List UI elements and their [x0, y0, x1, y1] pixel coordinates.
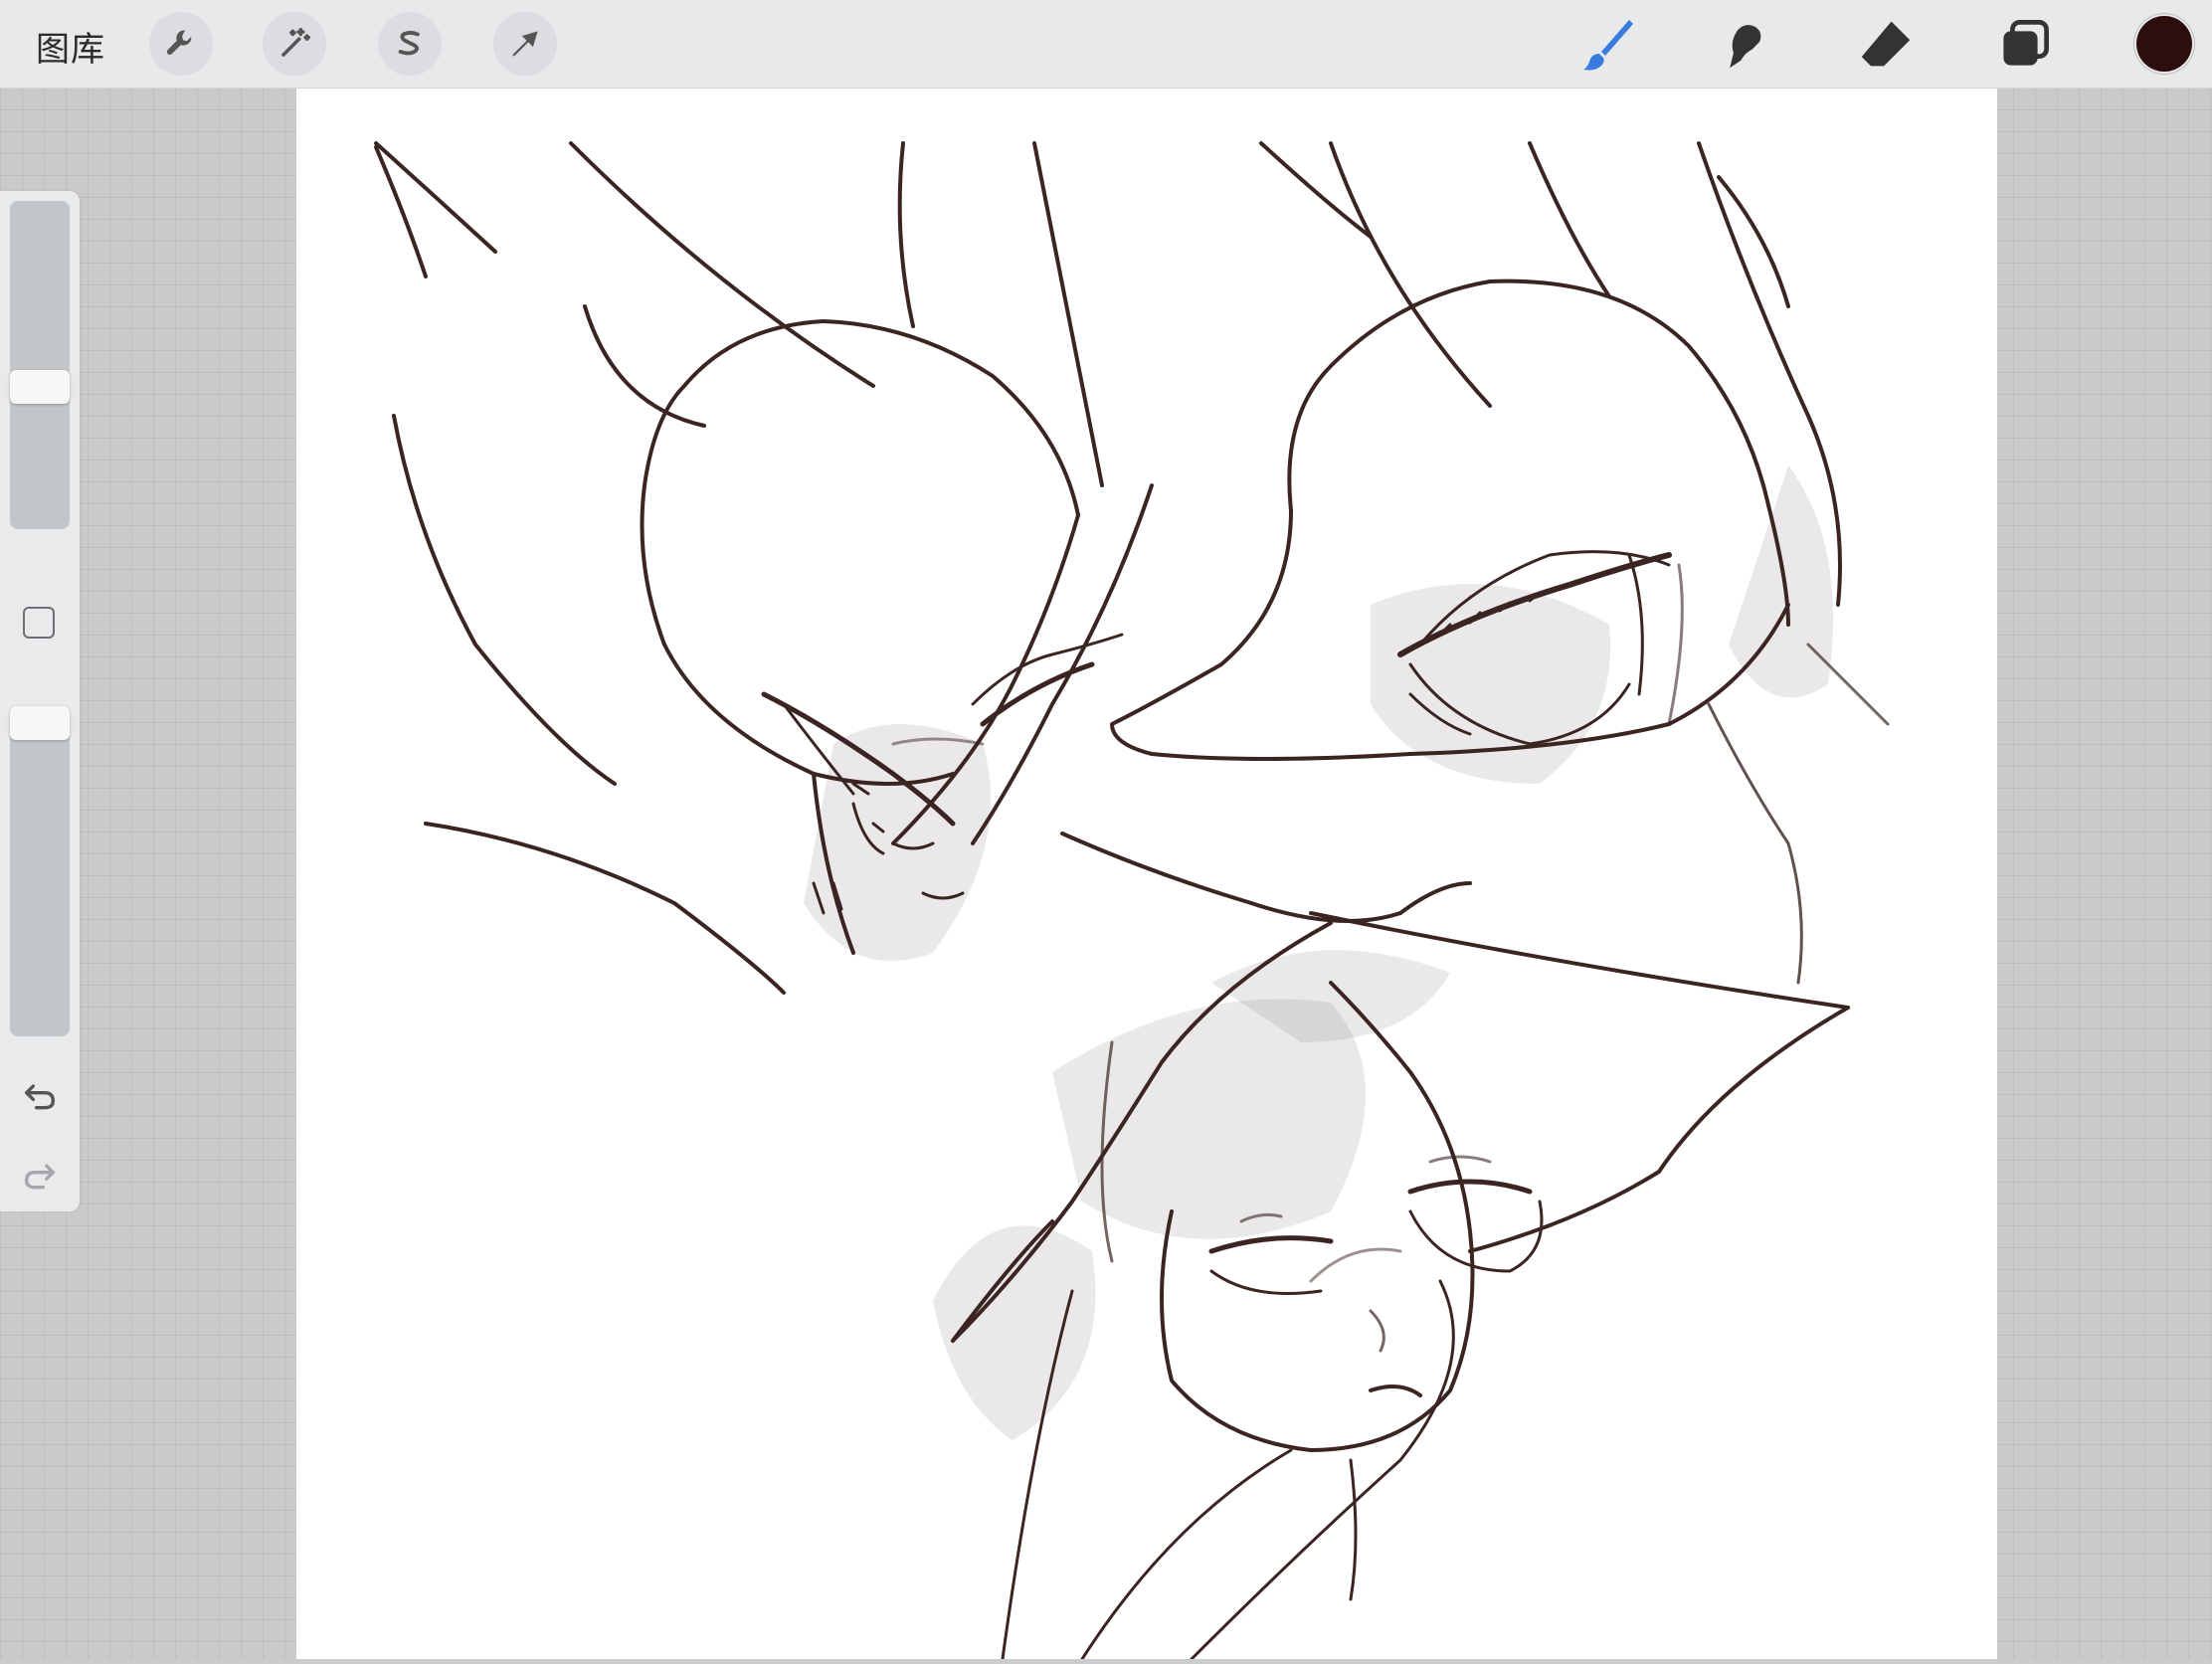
left-sidebar	[0, 191, 80, 1211]
smudge-button[interactable]	[1713, 10, 1780, 78]
modify-button[interactable]	[23, 607, 55, 639]
brush-icon	[1583, 20, 1633, 71]
opacity-slider[interactable]	[10, 708, 70, 1036]
magic-wand-icon	[281, 28, 310, 57]
eraser-button[interactable]	[1852, 10, 1920, 78]
layers-button[interactable]	[1991, 10, 2059, 78]
smudge-icon	[1730, 25, 1761, 69]
wrench-icon	[166, 30, 192, 55]
brush-button[interactable]	[1573, 10, 1641, 78]
top-toolbar: 图库	[0, 0, 2212, 89]
color-picker-button[interactable]	[2136, 16, 2192, 72]
transform-button[interactable]	[493, 12, 557, 76]
undo-icon[interactable]	[20, 1076, 60, 1116]
sketch-artwork	[374, 141, 1890, 1661]
gallery-button[interactable]: 图库	[36, 22, 105, 71]
actions-button[interactable]	[149, 12, 213, 76]
brush-size-slider[interactable]	[10, 201, 70, 529]
drawing-canvas[interactable]	[296, 88, 1997, 1661]
layers-icon	[2003, 20, 2049, 66]
selection-s-icon	[398, 31, 420, 56]
selection-button[interactable]	[378, 12, 442, 76]
arrow-cursor-icon	[512, 31, 538, 57]
brush-size-handle[interactable]	[10, 370, 70, 404]
redo-icon[interactable]	[20, 1156, 60, 1196]
eraser-icon	[1861, 21, 1911, 69]
adjustments-button[interactable]	[263, 12, 326, 76]
opacity-handle[interactable]	[10, 706, 70, 740]
